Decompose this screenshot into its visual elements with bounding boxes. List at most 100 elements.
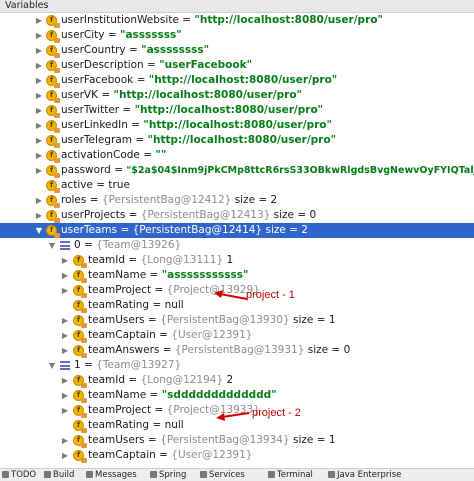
expand-arrow-icon[interactable]: ▶ <box>60 433 70 448</box>
field-name: teamId <box>88 254 126 266</box>
todo-tab[interactable]: TODO <box>2 469 36 481</box>
build-tab[interactable]: Build <box>44 469 74 481</box>
expand-arrow-icon[interactable]: ▶ <box>60 283 70 298</box>
field-value: size = 0 <box>273 209 317 221</box>
field-icon: f <box>73 450 87 463</box>
expand-arrow-icon[interactable]: ▶ <box>60 403 70 418</box>
tree-row-user-linkedin[interactable]: ▶ f userLinkedIn = "http://localhost:808… <box>0 118 474 133</box>
field-name: userVK <box>61 89 98 101</box>
field-name: teamRating <box>88 299 150 311</box>
collapse-arrow-icon[interactable]: ▼ <box>47 238 57 253</box>
tree-row-user-country[interactable]: ▶ f userCountry = "assssssss" <box>0 43 474 58</box>
tree-row-team-name[interactable]: ▶ f teamName = "asssssssssss" <box>0 268 474 283</box>
field-ref: {User@12391} <box>171 449 253 461</box>
tree-row-user-telegram[interactable]: ▶ f userTelegram = "http://localhost:808… <box>0 133 474 148</box>
tree-row-team-0[interactable]: ▼ 0 = {Team@13926} <box>0 238 474 253</box>
expand-arrow-icon[interactable]: ▶ <box>60 313 70 328</box>
tree-row-user-facebook[interactable]: ▶ f userFacebook = "http://localhost:808… <box>0 73 474 88</box>
expand-arrow-icon[interactable]: ▶ <box>34 43 44 58</box>
tree-row-team-answers[interactable]: ▶ f teamAnswers = {PersistentBag@13931} … <box>0 343 474 358</box>
expand-arrow-icon[interactable]: ▶ <box>60 268 70 283</box>
field-value: "asssssss" <box>119 29 182 41</box>
field-icon: f <box>73 345 87 358</box>
field-name: teamId <box>88 374 126 386</box>
expand-arrow-icon[interactable]: ▶ <box>34 118 44 133</box>
expand-arrow-icon[interactable]: ▶ <box>34 148 44 163</box>
hammer-icon <box>44 471 51 478</box>
tree-row-team-1[interactable]: ▼ 1 = {Team@13927} <box>0 358 474 373</box>
field-value: "$2a$04$Inm9jPkCMp8ttcR6rsS33OBkwRlgdsBv… <box>126 165 474 176</box>
tree-row-roles[interactable]: ▶ f roles = {PersistentBag@12412} size =… <box>0 193 474 208</box>
tree-row-team-captain[interactable]: ▶ f teamCaptain = {User@12391} <box>0 328 474 343</box>
expand-arrow-icon[interactable]: ▶ <box>60 388 70 403</box>
annotation-project-2: project - 2 <box>252 407 301 419</box>
tree-row-user-description[interactable]: ▶ f userDescription = "userFacebook" <box>0 58 474 73</box>
tree-row-user-vk[interactable]: ▶ f userVK = "http://localhost:8080/user… <box>0 88 474 103</box>
expand-arrow-icon[interactable]: ▶ <box>34 28 44 43</box>
expand-arrow-icon[interactable]: ▶ <box>34 13 44 28</box>
tree-row-user-city[interactable]: ▶ f userCity = "asssssss" <box>0 28 474 43</box>
field-name: teamCaptain <box>88 449 156 461</box>
field-icon: f <box>46 30 60 43</box>
expand-arrow-icon[interactable]: ▶ <box>34 88 44 103</box>
expand-arrow-icon[interactable]: ▶ <box>34 73 44 88</box>
field-icon: f <box>46 120 60 133</box>
expand-arrow-icon[interactable]: ▶ <box>60 328 70 343</box>
field-name: userLinkedIn <box>61 119 128 131</box>
expand-arrow-icon[interactable]: ▶ <box>34 208 44 223</box>
tree-row-activation-code[interactable]: ▶ f activationCode = "" <box>0 148 474 163</box>
expand-arrow-icon[interactable]: ▶ <box>60 373 70 388</box>
field-icon: f <box>46 195 60 208</box>
expand-arrow-icon[interactable]: ▶ <box>60 448 70 463</box>
field-icon: f <box>73 405 87 418</box>
tree-row-team-id[interactable]: ▶ f teamId = {Long@12194} 2 <box>0 373 474 388</box>
terminal-tab[interactable]: Terminal <box>268 469 313 481</box>
services-tab[interactable]: Services <box>200 469 245 481</box>
field-ref: {Team@13926} <box>96 239 182 251</box>
java-enterprise-tab[interactable]: Java Enterprise <box>328 469 401 481</box>
expand-arrow-icon[interactable]: ▶ <box>34 163 44 178</box>
tree-row-team-captain[interactable]: ▶ f teamCaptain = {User@12391} <box>0 448 474 463</box>
tree-row-user-institution-website[interactable]: ▶ f userInstitutionWebsite = "http://loc… <box>0 13 474 28</box>
messages-tab[interactable]: Messages <box>86 469 137 481</box>
expand-arrow-icon[interactable]: ▶ <box>34 58 44 73</box>
tree-row-user-projects[interactable]: ▶ f userProjects = {PersistentBag@12413}… <box>0 208 474 223</box>
variables-panel-title: Variables <box>0 0 474 13</box>
field-icon: f <box>46 165 60 178</box>
field-ref: {PersistentBag@12414} <box>132 224 263 236</box>
variables-tree[interactable]: ▶ f userInstitutionWebsite = "http://loc… <box>0 13 474 468</box>
expand-arrow-icon[interactable]: ▶ <box>60 253 70 268</box>
field-name: userFacebook <box>61 74 134 86</box>
field-ref: {PersistentBag@13934} <box>160 434 290 446</box>
tree-row-team-name[interactable]: ▶ f teamName = "sddddddddddddd" <box>0 388 474 403</box>
expand-arrow-icon[interactable]: ▶ <box>34 103 44 118</box>
tool-window-bar: TODO Build Messages Spring Services Term… <box>0 468 474 481</box>
expand-arrow-icon[interactable]: ▶ <box>34 193 44 208</box>
field-icon: f <box>46 135 60 148</box>
tree-row-active[interactable]: f active = true <box>0 178 474 193</box>
field-value: size = 1 <box>293 314 336 326</box>
collapse-arrow-icon[interactable]: ▼ <box>47 358 57 373</box>
tree-row-team-users[interactable]: ▶ f teamUsers = {PersistentBag@13930} si… <box>0 313 474 328</box>
field-icon: f <box>73 420 87 433</box>
field-value: "sddddddddddddd" <box>161 389 277 401</box>
field-value: "http://localhost:8080/user/pro" <box>113 89 303 101</box>
tree-row-team-id[interactable]: ▶ f teamId = {Long@13111} 1 <box>0 253 474 268</box>
field-value: null <box>164 299 184 311</box>
collapse-arrow-icon[interactable]: ▼ <box>34 223 44 238</box>
expand-arrow-icon[interactable]: ▶ <box>34 133 44 148</box>
java-enterprise-icon <box>328 471 335 478</box>
tree-row-user-teams[interactable]: ▼ f userTeams = {PersistentBag@12414} si… <box>0 223 474 238</box>
list-element-icon <box>60 361 70 370</box>
field-value: null <box>164 419 184 431</box>
terminal-icon <box>268 471 275 478</box>
tree-row-team-users[interactable]: ▶ f teamUsers = {PersistentBag@13934} si… <box>0 433 474 448</box>
spring-tab[interactable]: Spring <box>150 469 186 481</box>
field-name: teamName <box>88 389 147 401</box>
expand-arrow-icon[interactable]: ▶ <box>60 343 70 358</box>
tree-row-user-twitter[interactable]: ▶ f userTwitter = "http://localhost:8080… <box>0 103 474 118</box>
field-icon: f <box>73 270 87 283</box>
field-value: "" <box>155 149 167 161</box>
field-ref: {PersistentBag@13931} <box>174 344 305 356</box>
tree-row-password[interactable]: ▶ f password = "$2a$04$Inm9jPkCMp8ttcR6r… <box>0 163 474 178</box>
